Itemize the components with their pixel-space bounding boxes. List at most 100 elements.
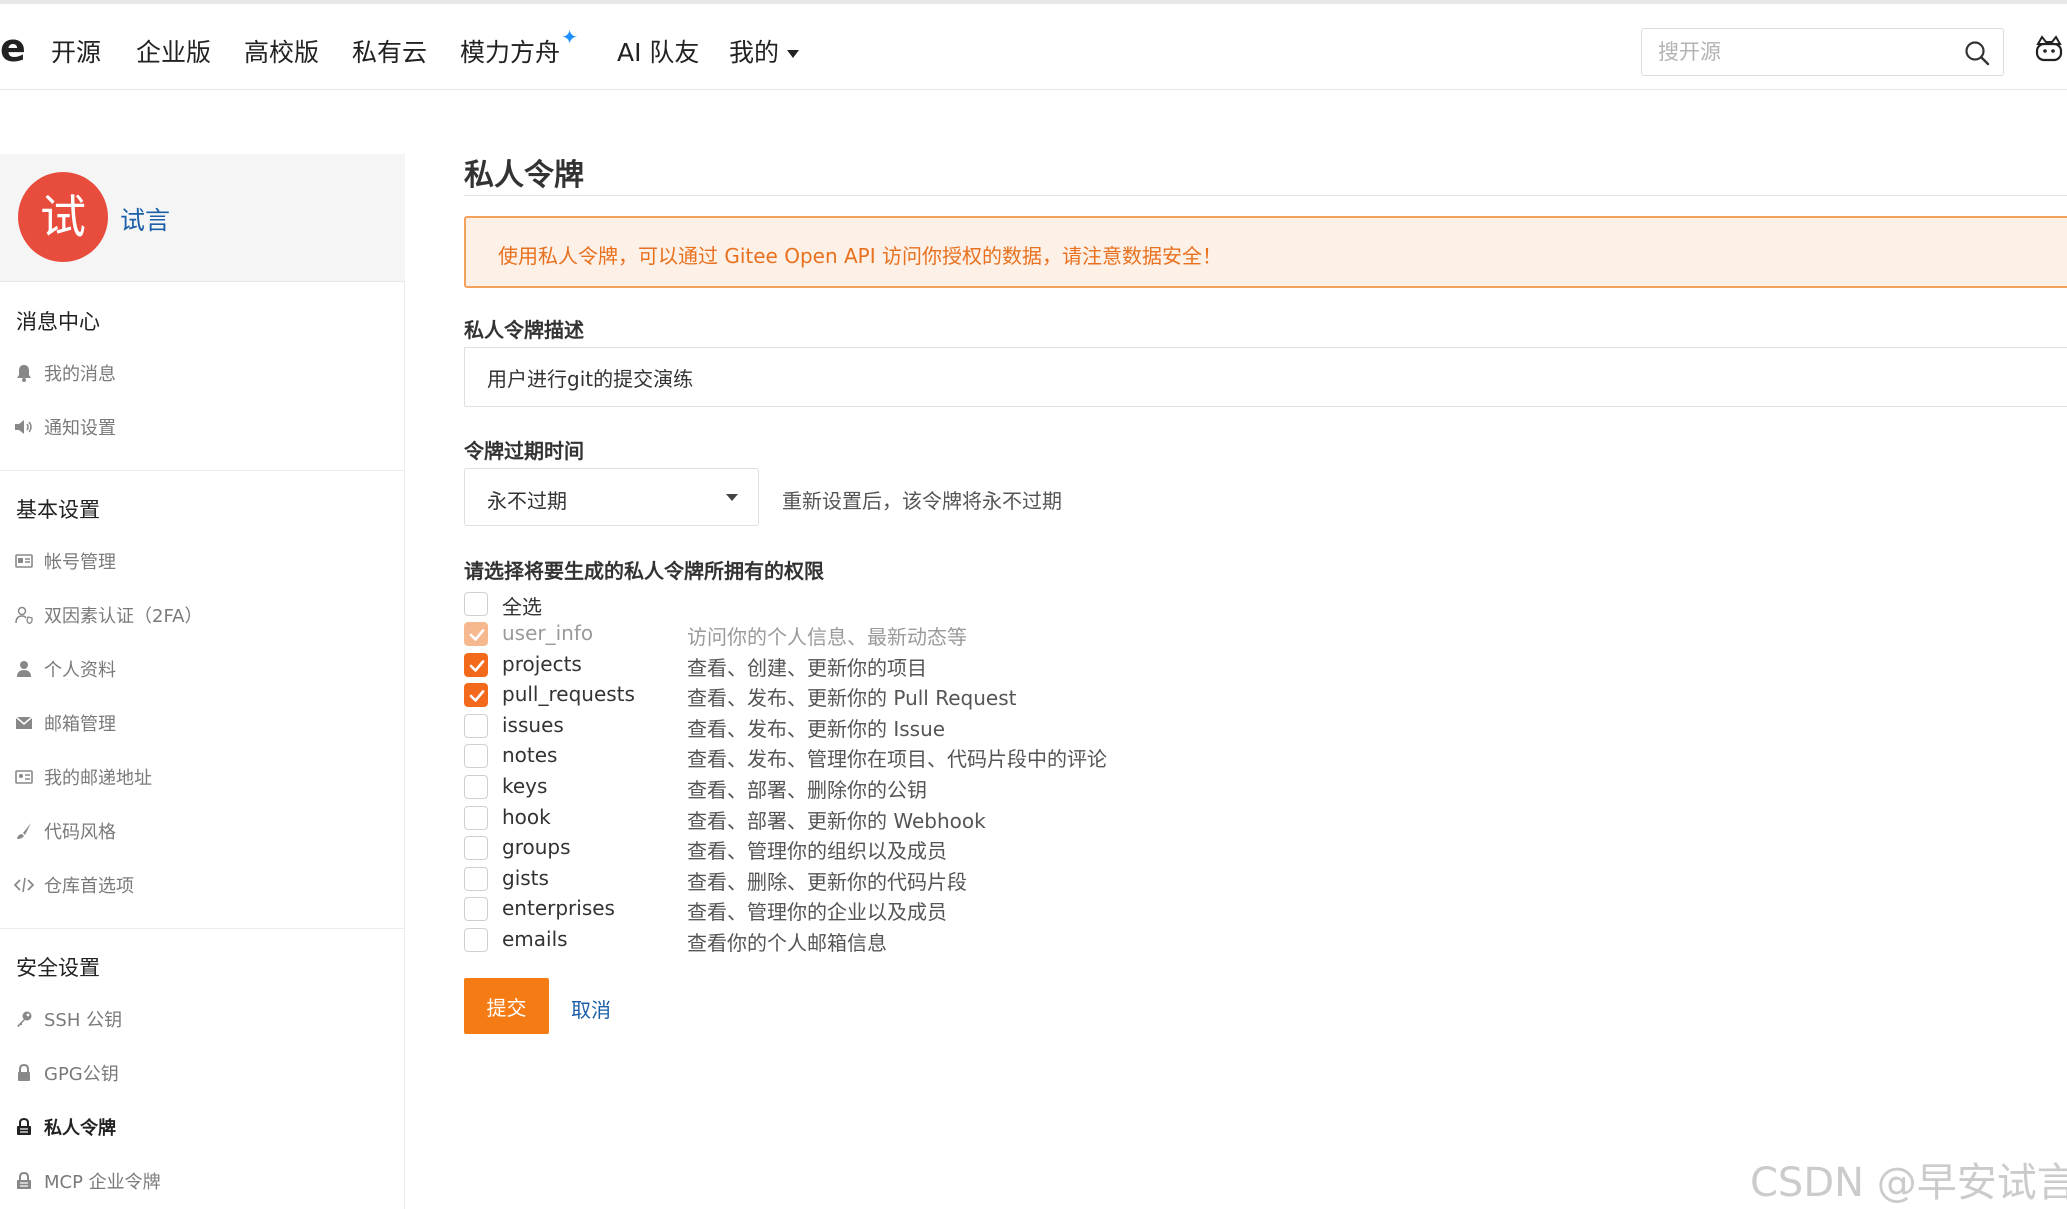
permission-name[interactable]: notes — [502, 743, 557, 767]
id-card-icon — [14, 551, 34, 571]
permission-checkbox-gists[interactable] — [464, 867, 488, 891]
token-icon — [14, 1171, 34, 1191]
user-icon — [14, 659, 34, 679]
permission-row: pull_requests 查看、发布、更新你的 Pull Request — [464, 681, 1664, 710]
permission-description: 查看、管理你的组织以及成员 — [687, 839, 947, 863]
expiry-label: 令牌过期时间 — [464, 439, 584, 463]
submit-button[interactable]: 提交 — [464, 978, 549, 1034]
notice-text: 使用私人令牌，可以通过 Gitee Open API 访问你授权的数据，请注意数… — [498, 244, 1222, 268]
permission-row: user_info 访问你的个人信息、最新动态等 — [464, 620, 1664, 649]
sidebar-item-label: 通知设置 — [44, 418, 116, 439]
caret-down-icon — [726, 494, 738, 501]
lock-icon — [14, 1063, 34, 1083]
cancel-link[interactable]: 取消 — [571, 994, 611, 1023]
code-icon — [14, 875, 34, 895]
permission-description: 查看、删除、更新你的代码片段 — [687, 870, 967, 894]
permission-checkbox-hook[interactable] — [464, 806, 488, 830]
nav-item-mine[interactable]: 我的 — [729, 33, 800, 69]
permission-description: 查看、发布、管理你在项目、代码片段中的评论 — [687, 747, 1107, 771]
permission-name[interactable]: groups — [502, 835, 571, 859]
security-notice: 使用私人令牌，可以通过 Gitee Open API 访问你授权的数据，请注意数… — [464, 216, 2067, 288]
mascot-icon[interactable] — [2034, 34, 2064, 64]
sidebar-item-label: 我的消息 — [44, 364, 116, 385]
title-divider — [464, 195, 2067, 196]
permission-checkbox-groups[interactable] — [464, 836, 488, 860]
select-all-checkbox[interactable] — [464, 592, 488, 616]
permission-name[interactable]: emails — [502, 927, 568, 951]
permission-row: issues 查看、发布、更新你的 Issue — [464, 712, 1664, 741]
sidebar-item-personal-tokens[interactable]: 私人令牌 — [14, 1114, 116, 1140]
sidebar-item-repo-prefs[interactable]: 仓库首选项 — [14, 872, 134, 898]
nav-item-opensource[interactable]: 开源 — [51, 33, 101, 69]
sidebar-item-notify-settings[interactable]: 通知设置 — [14, 414, 116, 440]
nav-item-enterprise[interactable]: 企业版 — [136, 33, 211, 69]
site-logo[interactable]: e — [0, 26, 26, 70]
select-all-row: 全选 — [464, 590, 1664, 620]
avatar[interactable]: 试 — [18, 172, 108, 262]
sidebar-divider — [0, 928, 405, 929]
permission-name[interactable]: keys — [502, 774, 547, 798]
sidebar-divider — [0, 470, 405, 471]
sidebar-item-label: 代码风格 — [44, 822, 116, 843]
caret-down-icon — [787, 50, 800, 58]
nav-item-moli-label: 模力方舟 — [460, 38, 561, 67]
permission-checkbox-keys[interactable] — [464, 775, 488, 799]
sidebar-item-code-style[interactable]: 代码风格 — [14, 818, 116, 844]
sidebar-item-email[interactable]: 邮箱管理 — [14, 710, 116, 736]
sidebar-item-ssh-keys[interactable]: SSH 公钥 — [14, 1006, 122, 1032]
bell-icon — [14, 363, 34, 383]
expiry-hint: 重新设置后，该令牌将永不过期 — [782, 489, 1062, 513]
permission-name[interactable]: projects — [502, 652, 582, 676]
sidebar-item-my-messages[interactable]: 我的消息 — [14, 360, 116, 386]
sidebar-item-label: 邮箱管理 — [44, 714, 116, 735]
permission-checkbox-emails[interactable] — [464, 928, 488, 952]
user-shield-icon — [14, 605, 34, 625]
search-icon[interactable] — [1963, 39, 1991, 67]
sidebar-item-label: 我的邮递地址 — [44, 768, 152, 789]
nav-item-ai-teammate[interactable]: AI 队友 — [617, 33, 699, 69]
username-link[interactable]: 试言 — [120, 201, 170, 237]
token-icon — [14, 1117, 34, 1137]
permission-checkbox-notes[interactable] — [464, 744, 488, 768]
sidebar-item-address[interactable]: 我的邮递地址 — [14, 764, 152, 790]
permission-description: 查看、发布、更新你的 Issue — [687, 717, 946, 741]
checkmark-icon — [469, 629, 485, 641]
sidebar-item-label: MCP 企业令牌 — [44, 1172, 161, 1193]
nav-item-education[interactable]: 高校版 — [244, 33, 319, 69]
envelope-icon — [14, 713, 34, 733]
permission-name[interactable]: enterprises — [502, 896, 615, 920]
select-all-label[interactable]: 全选 — [502, 591, 542, 620]
permission-name[interactable]: gists — [502, 866, 549, 890]
permission-checkbox-projects[interactable] — [464, 653, 488, 677]
permission-name[interactable]: pull_requests — [502, 682, 635, 706]
section-title-basic: 基本设置 — [16, 498, 100, 522]
permission-row: notes 查看、发布、管理你在项目、代码片段中的评论 — [464, 742, 1664, 771]
sidebar-item-label: 帐号管理 — [44, 552, 116, 573]
nav-item-moli-fangzhou[interactable]: 模力方舟 ✦ — [460, 25, 578, 69]
permission-checkbox-pull-requests[interactable] — [464, 683, 488, 707]
sidebar-item-profile[interactable]: 个人资料 — [14, 656, 116, 682]
permission-checkbox-issues[interactable] — [464, 714, 488, 738]
address-card-icon — [14, 767, 34, 787]
sidebar-item-account[interactable]: 帐号管理 — [14, 548, 116, 574]
token-description-input[interactable] — [464, 347, 2067, 407]
sidebar-item-label: 个人资料 — [44, 660, 116, 681]
paintbrush-icon — [14, 821, 34, 841]
section-title-security: 安全设置 — [16, 956, 100, 980]
expiry-select[interactable]: 永不过期 — [464, 468, 759, 526]
nav-item-private-cloud[interactable]: 私有云 — [352, 33, 427, 69]
permission-description: 查看、部署、更新你的 Webhook — [687, 809, 986, 833]
search-input[interactable] — [1642, 29, 1942, 75]
permission-name[interactable]: hook — [502, 805, 551, 829]
sidebar-item-gpg-keys[interactable]: GPG公钥 — [14, 1060, 119, 1086]
permission-row: keys 查看、部署、删除你的公钥 — [464, 773, 1664, 802]
sidebar-item-2fa[interactable]: 双因素认证（2FA） — [14, 602, 202, 628]
permission-name[interactable]: issues — [502, 713, 564, 737]
sidebar-item-mcp-tokens[interactable]: MCP 企业令牌 — [14, 1168, 161, 1194]
checkmark-icon — [469, 690, 485, 702]
search-box — [1641, 28, 2004, 76]
permission-checkbox-enterprises[interactable] — [464, 897, 488, 921]
sparkle-icon: ✦ — [561, 25, 579, 49]
permission-row: hook 查看、部署、更新你的 Webhook — [464, 804, 1664, 833]
page-title: 私人令牌 — [464, 158, 584, 193]
